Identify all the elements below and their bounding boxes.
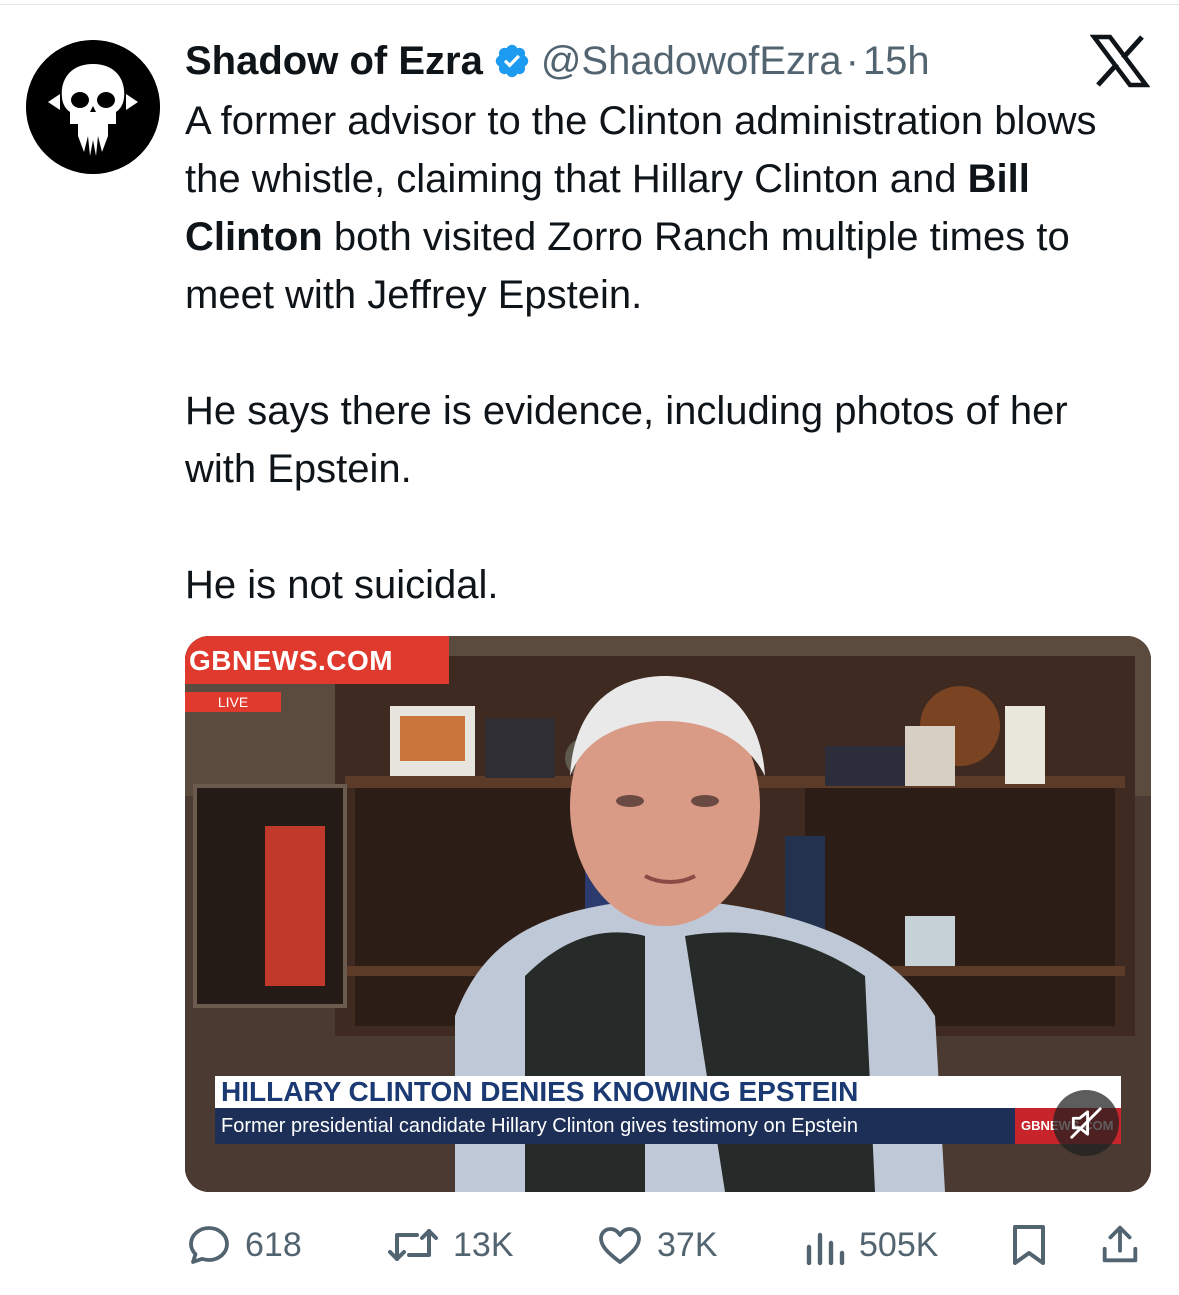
views-button[interactable]: 505K (803, 1218, 938, 1272)
mute-icon (1070, 1107, 1102, 1139)
like-button[interactable]: 37K (595, 1218, 718, 1272)
bookmark-button[interactable] (1007, 1218, 1051, 1272)
live-badge: LIVE (185, 692, 281, 712)
skull-avatar-icon (26, 40, 160, 174)
top-divider (0, 4, 1179, 5)
handle[interactable]: @ShadowofEzra (541, 39, 842, 84)
separator-dot: · (845, 38, 859, 83)
video-headline: HILLARY CLINTON DENIES KNOWING EPSTEIN (215, 1076, 1121, 1108)
reply-button[interactable]: 618 (185, 1218, 302, 1272)
mute-button[interactable] (1053, 1090, 1119, 1156)
tweet-text-segment: A former advisor to the Clinton administ… (185, 99, 1097, 201)
verified-badge-icon (493, 42, 531, 80)
reply-count: 618 (245, 1225, 302, 1264)
share-icon (1102, 1225, 1138, 1263)
video-player[interactable]: GBNEWS.COM LIVE HILLARY CLINTON DENIES K… (185, 636, 1151, 1192)
channel-brand: GBNEWS.COM (185, 636, 449, 684)
views-count: 505K (859, 1225, 939, 1264)
bookmark-icon (1013, 1225, 1045, 1265)
avatar[interactable] (26, 40, 160, 174)
x-logo-icon[interactable] (1090, 34, 1150, 88)
tweet-header: Shadow of Ezra @ShadowofEzra · 15h (185, 36, 930, 86)
repost-icon (388, 1229, 438, 1261)
like-count: 37K (657, 1225, 718, 1264)
display-name[interactable]: Shadow of Ezra (185, 39, 483, 84)
tweet-paragraph: A former advisor to the Clinton administ… (185, 92, 1145, 324)
like-icon (599, 1227, 641, 1264)
tweet-paragraph: He is not suicidal. (185, 563, 499, 607)
views-icon (806, 1232, 845, 1266)
repost-count: 13K (453, 1225, 514, 1264)
tweet-text: A former advisor to the Clinton administ… (185, 92, 1145, 614)
timestamp[interactable]: 15h (863, 39, 930, 84)
video-subheadline: Former presidential candidate Hillary Cl… (215, 1108, 1015, 1144)
repost-button[interactable]: 13K (385, 1218, 514, 1272)
reply-icon (189, 1226, 229, 1264)
share-button[interactable] (1097, 1218, 1143, 1272)
tweet-paragraph: He says there is evidence, including pho… (185, 389, 1068, 491)
action-bar: 618 13K 37K 505K (185, 1218, 1151, 1272)
